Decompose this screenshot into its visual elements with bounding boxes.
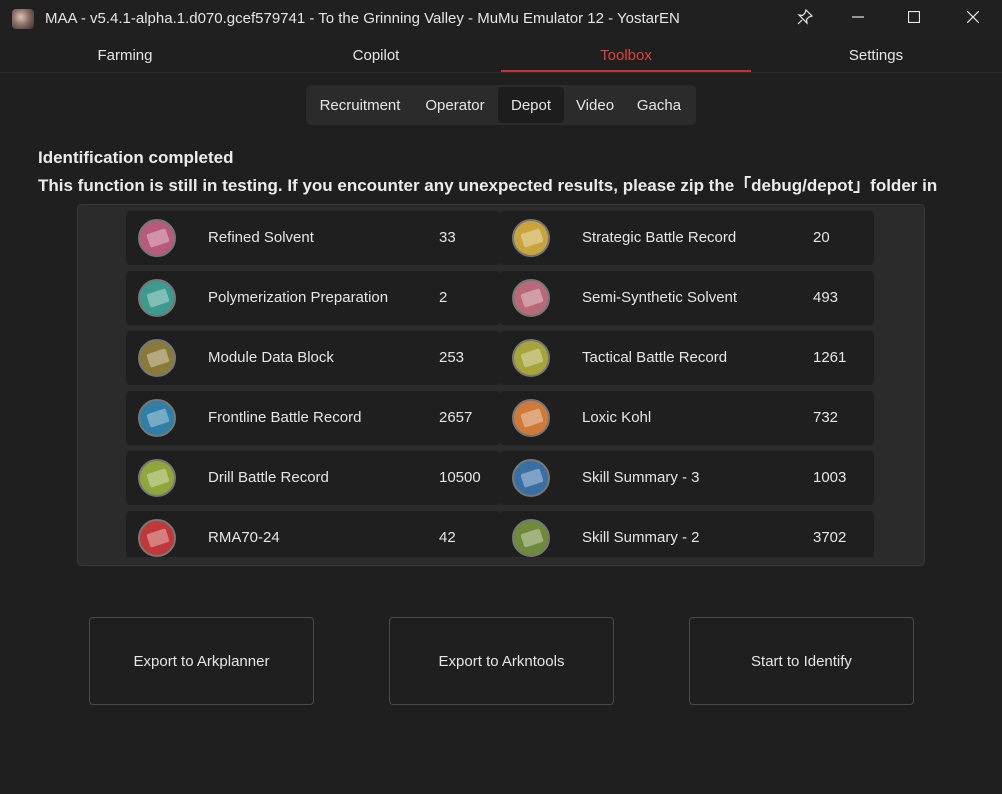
frontline-battle-record-icon xyxy=(138,399,176,437)
app-logo-icon xyxy=(12,9,34,29)
item-name: Module Data Block xyxy=(208,349,334,366)
skill-summary-2-icon xyxy=(512,519,550,557)
item-name: Frontline Battle Record xyxy=(208,409,362,426)
minimize-button[interactable] xyxy=(835,0,881,38)
depot-item: RMA70-24 42 xyxy=(126,511,500,557)
subtab-gacha[interactable]: Gacha xyxy=(628,87,690,123)
depot-item: Skill Summary - 2 3702 xyxy=(500,511,874,557)
maximize-icon xyxy=(907,10,921,28)
item-name: Strategic Battle Record xyxy=(582,229,737,246)
item-name: RMA70-24 xyxy=(208,529,280,546)
main-tabs: Farming Copilot Toolbox Settings xyxy=(0,38,1002,73)
skill-summary-3-icon xyxy=(512,459,550,497)
rma70-24-icon xyxy=(138,519,176,557)
item-count: 732 xyxy=(813,409,839,426)
close-icon xyxy=(966,10,980,28)
window-title: MAA - v5.4.1-alpha.1.d070.gcef579741 - T… xyxy=(45,10,680,27)
depot-item: Loxic Kohl 732 xyxy=(500,391,874,445)
subtab-operator[interactable]: Operator xyxy=(414,87,496,123)
maximize-button[interactable] xyxy=(891,0,937,38)
item-name: Refined Solvent xyxy=(208,229,314,246)
item-name: Skill Summary - 3 xyxy=(582,469,700,486)
subtab-recruitment[interactable]: Recruitment xyxy=(310,87,410,123)
export-arkntools-button[interactable]: Export to Arkntools xyxy=(389,617,614,705)
module-data-block-icon xyxy=(138,339,176,377)
depot-item: Frontline Battle Record 2657 xyxy=(126,391,500,445)
item-count: 2 xyxy=(439,289,448,306)
depot-item: Semi-Synthetic Solvent 493 xyxy=(500,271,874,325)
toolbox-subtabs: Recruitment Operator Depot Video Gacha xyxy=(306,85,696,125)
subtab-depot[interactable]: Depot xyxy=(498,87,564,123)
item-count: 42 xyxy=(439,529,456,546)
item-name: Semi-Synthetic Solvent xyxy=(582,289,738,306)
depot-items-list: Refined Solvent 33 Strategic Battle Reco… xyxy=(126,211,874,557)
item-count: 10500 xyxy=(439,469,481,486)
status-title: Identification completed xyxy=(38,148,234,167)
export-arkplanner-button[interactable]: Export to Arkplanner xyxy=(89,617,314,705)
item-name: Loxic Kohl xyxy=(582,409,652,426)
pin-icon xyxy=(797,8,814,30)
item-name: Tactical Battle Record xyxy=(582,349,728,366)
item-count: 3702 xyxy=(813,529,847,546)
depot-item: Refined Solvent 33 xyxy=(126,211,500,265)
item-count: 253 xyxy=(439,349,465,366)
item-count: 33 xyxy=(439,229,456,246)
depot-item: Drill Battle Record 10500 xyxy=(126,451,500,505)
title-bar: MAA - v5.4.1-alpha.1.d070.gcef579741 - T… xyxy=(0,0,1002,38)
start-identify-button[interactable]: Start to Identify xyxy=(689,617,914,705)
subtab-video[interactable]: Video xyxy=(566,87,624,123)
item-name: Polymerization Preparation xyxy=(208,289,389,306)
item-count: 20 xyxy=(813,229,830,246)
strategic-battle-record-icon xyxy=(512,219,550,257)
status-message: This function is still in testing. If yo… xyxy=(38,176,938,195)
semi-synthetic-solvent-icon xyxy=(512,279,550,317)
item-name: Drill Battle Record xyxy=(208,469,329,486)
depot-item: Skill Summary - 3 1003 xyxy=(500,451,874,505)
item-count: 2657 xyxy=(439,409,473,426)
depot-item: Strategic Battle Record 20 xyxy=(500,211,874,265)
item-count: 493 xyxy=(813,289,839,306)
pin-button[interactable] xyxy=(782,0,828,38)
depot-item: Module Data Block 253 xyxy=(126,331,500,385)
depot-results-panel[interactable]: Refined Solvent 33 Strategic Battle Reco… xyxy=(77,204,925,566)
refined-solvent-icon xyxy=(138,219,176,257)
tab-toolbox[interactable]: Toolbox xyxy=(501,38,751,73)
item-name: Skill Summary - 2 xyxy=(582,529,700,546)
item-count: 1003 xyxy=(813,469,847,486)
polymerization-preparation-icon xyxy=(138,279,176,317)
tab-copilot[interactable]: Copilot xyxy=(251,38,501,73)
close-button[interactable] xyxy=(950,0,996,38)
tabs-divider xyxy=(0,72,1002,73)
loxic-kohl-icon xyxy=(512,399,550,437)
depot-item: Tactical Battle Record 1261 xyxy=(500,331,874,385)
tab-farming[interactable]: Farming xyxy=(0,38,250,73)
drill-battle-record-icon xyxy=(138,459,176,497)
tab-settings[interactable]: Settings xyxy=(751,38,1001,73)
tactical-battle-record-icon xyxy=(512,339,550,377)
minimize-icon xyxy=(852,10,864,28)
depot-item: Polymerization Preparation 2 xyxy=(126,271,500,325)
item-count: 1261 xyxy=(813,349,847,366)
